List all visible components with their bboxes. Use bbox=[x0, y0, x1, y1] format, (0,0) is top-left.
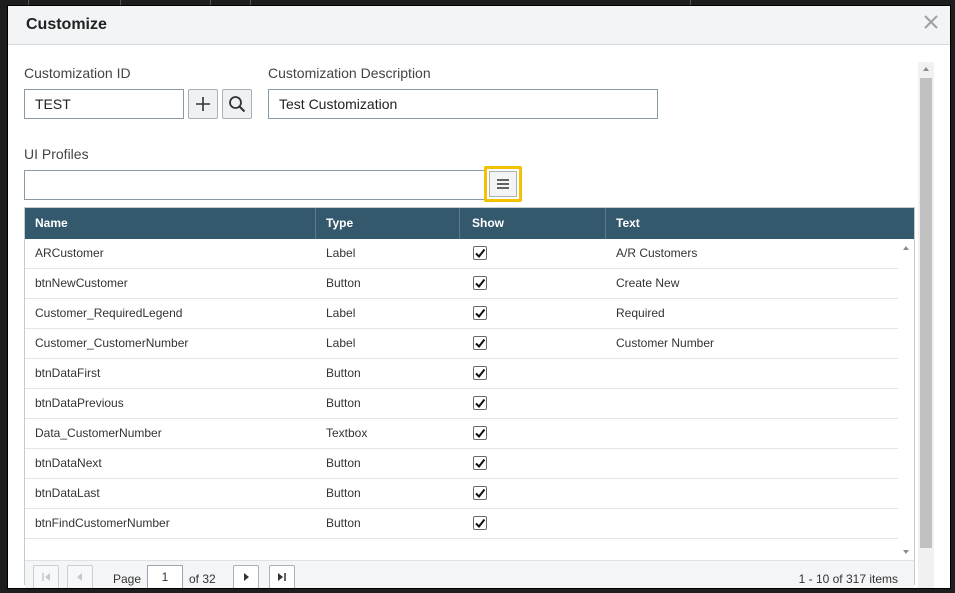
customize-dialog: Customize Customization ID TEST Customiz… bbox=[8, 6, 950, 588]
page-label: Page bbox=[113, 572, 142, 586]
table-row[interactable]: ARCustomer Label A/R Customers bbox=[25, 239, 898, 269]
checkmark-icon bbox=[475, 518, 486, 529]
show-checkbox[interactable] bbox=[473, 276, 487, 290]
customization-id-label: Customization ID bbox=[24, 65, 131, 81]
cell-name: Customer_RequiredLegend bbox=[35, 306, 183, 320]
table-row[interactable]: btnDataLast Button bbox=[25, 479, 898, 509]
cell-name: Data_CustomerNumber bbox=[35, 426, 162, 440]
checkmark-icon bbox=[475, 248, 486, 259]
cell-type: Button bbox=[326, 366, 361, 380]
checkmark-icon bbox=[475, 458, 486, 469]
page-number-input[interactable]: 1 bbox=[147, 565, 183, 588]
customization-id-input[interactable]: TEST bbox=[24, 89, 184, 119]
grid-header: Name Type Show Text bbox=[25, 208, 914, 239]
add-button[interactable] bbox=[188, 89, 218, 119]
grid-pager: Page 1 of 32 1 - 10 of 317 items bbox=[25, 560, 914, 588]
cell-type: Label bbox=[326, 336, 356, 350]
dialog-title: Customize bbox=[26, 16, 107, 33]
plus-icon bbox=[196, 97, 210, 111]
dialog-scrollbar[interactable] bbox=[918, 62, 934, 588]
pager-summary: 1 - 10 of 317 items bbox=[798, 572, 898, 586]
table-row[interactable]: btnDataPrevious Button bbox=[25, 389, 898, 419]
customization-description-label: Customization Description bbox=[268, 65, 431, 81]
cell-type: Label bbox=[326, 246, 356, 260]
cell-name: btnDataPrevious bbox=[35, 396, 124, 410]
next-page-icon bbox=[244, 573, 249, 581]
table-row[interactable]: Customer_RequiredLegend Label Required bbox=[25, 299, 898, 329]
cell-type: Button bbox=[326, 396, 361, 410]
ui-profiles-label: UI Profiles bbox=[24, 146, 89, 162]
previous-page-icon bbox=[77, 573, 82, 581]
close-icon[interactable] bbox=[920, 12, 942, 34]
show-checkbox[interactable] bbox=[473, 366, 487, 380]
column-header-text[interactable]: Text bbox=[606, 208, 914, 239]
cell-text: A/R Customers bbox=[616, 246, 698, 260]
search-icon bbox=[229, 96, 246, 113]
cell-name: btnDataNext bbox=[35, 456, 102, 470]
show-checkbox[interactable] bbox=[473, 456, 487, 470]
checkmark-icon bbox=[475, 488, 486, 499]
cell-text: Required bbox=[616, 306, 665, 320]
table-row[interactable]: btnNewCustomer Button Create New bbox=[25, 269, 898, 299]
show-checkbox[interactable] bbox=[473, 516, 487, 530]
cell-name: Customer_CustomerNumber bbox=[35, 336, 189, 350]
first-page-button[interactable] bbox=[33, 565, 59, 588]
show-checkbox[interactable] bbox=[473, 396, 487, 410]
show-checkbox[interactable] bbox=[473, 486, 487, 500]
checkmark-icon bbox=[475, 428, 486, 439]
cell-text: Create New bbox=[616, 276, 680, 290]
checkmark-icon bbox=[475, 338, 486, 349]
cell-type: Button bbox=[326, 486, 361, 500]
column-header-show[interactable]: Show bbox=[460, 208, 606, 239]
last-page-icon bbox=[278, 573, 286, 581]
cell-name: ARCustomer bbox=[35, 246, 104, 260]
customization-description-input[interactable]: Test Customization bbox=[268, 89, 658, 119]
search-button[interactable] bbox=[222, 89, 252, 119]
column-header-type[interactable]: Type bbox=[316, 208, 460, 239]
hamburger-menu-icon bbox=[497, 179, 509, 189]
show-checkbox[interactable] bbox=[473, 246, 487, 260]
cell-type: Button bbox=[326, 276, 361, 290]
customization-grid: Name Type Show Text ARCustomer Label A/R C… bbox=[24, 207, 915, 588]
checkmark-icon bbox=[475, 398, 486, 409]
dialog-titlebar: Customize bbox=[8, 6, 950, 45]
next-page-button[interactable] bbox=[233, 565, 259, 588]
table-row[interactable]: btnDataFirst Button bbox=[25, 359, 898, 389]
cell-type: Label bbox=[326, 306, 356, 320]
table-row[interactable]: Data_CustomerNumber Textbox bbox=[25, 419, 898, 449]
checkmark-icon bbox=[475, 308, 486, 319]
page-count: of 32 bbox=[189, 572, 216, 586]
first-page-icon bbox=[42, 573, 50, 581]
previous-page-button[interactable] bbox=[67, 565, 93, 588]
grid-scrollbar[interactable] bbox=[898, 239, 914, 562]
show-checkbox[interactable] bbox=[473, 306, 487, 320]
ui-profiles-menu-button[interactable] bbox=[484, 166, 522, 202]
cell-type: Button bbox=[326, 516, 361, 530]
cell-text: Customer Number bbox=[616, 336, 715, 350]
show-checkbox[interactable] bbox=[473, 426, 487, 440]
cell-name: btnDataLast bbox=[35, 486, 100, 500]
table-row[interactable]: btnFindCustomerNumber Button bbox=[25, 509, 898, 539]
cell-type: Textbox bbox=[326, 426, 368, 440]
dialog-scrollbar-thumb[interactable] bbox=[920, 78, 932, 548]
cell-name: btnNewCustomer bbox=[35, 276, 128, 290]
cell-name: btnFindCustomerNumber bbox=[35, 516, 170, 530]
last-page-button[interactable] bbox=[269, 565, 295, 588]
cell-type: Button bbox=[326, 456, 361, 470]
show-checkbox[interactable] bbox=[473, 336, 487, 350]
ui-profiles-input[interactable] bbox=[24, 170, 486, 200]
table-row[interactable]: btnDataNext Button bbox=[25, 449, 898, 479]
cell-name: btnDataFirst bbox=[35, 366, 101, 380]
table-row[interactable]: Customer_CustomerNumber Label Customer Num… bbox=[25, 329, 898, 359]
grid-rows: ARCustomer Label A/R Customers btnNewCustom… bbox=[25, 239, 898, 539]
checkmark-icon bbox=[475, 278, 486, 289]
column-header-name[interactable]: Name bbox=[25, 208, 316, 239]
checkmark-icon bbox=[475, 368, 486, 379]
